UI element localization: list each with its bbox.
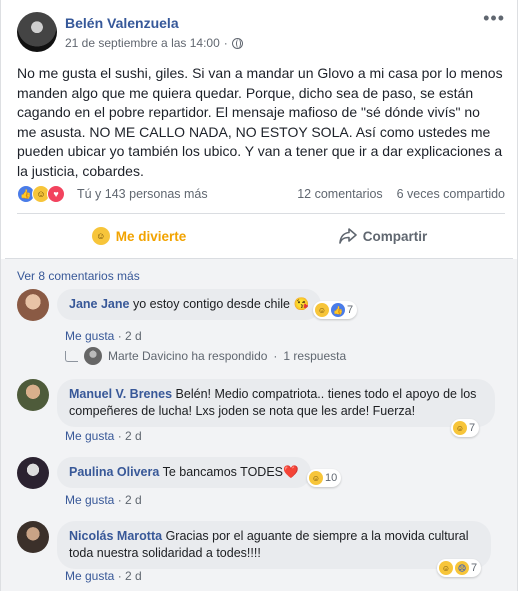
reaction-count: 7 — [469, 422, 476, 434]
post-text: No me gusta el sushi, giles. Si van a ma… — [17, 65, 503, 179]
reaction-icons[interactable]: 👍 ☺ ♥ — [17, 185, 65, 203]
react-button-label: Me divierte — [115, 228, 187, 244]
comments-shares-count: 12 comentarios 6 veces compartido — [297, 187, 505, 201]
author-avatar[interactable] — [17, 12, 57, 52]
comment-text: Te bancamos TODES❤️ — [162, 465, 299, 479]
like-link[interactable]: Me gusta — [65, 493, 114, 507]
replies-link[interactable]: Marte Davicino ha respondido · 1 respues… — [65, 347, 346, 365]
comment-bubble: Paulina Olivera Te bancamos TODES❤️ — [57, 457, 311, 488]
comment-actions: Me gusta · 2 d — [65, 569, 142, 583]
reaction-count: 10 — [325, 472, 338, 484]
haha-icon: ☺ — [315, 303, 329, 317]
comment-author[interactable]: Jane Jane — [69, 297, 129, 311]
haha-icon: ☺ — [439, 561, 453, 575]
avatar[interactable] — [17, 379, 49, 411]
comment-author[interactable]: Manuel V. Brenes — [69, 387, 172, 401]
comment-reactions[interactable]: ☺ 👍 7 — [313, 301, 358, 319]
comment-author[interactable]: Nicolás Marotta — [69, 529, 162, 543]
comment-reactions[interactable]: ☺ 7 — [451, 419, 480, 437]
reaction-count: 7 — [347, 304, 354, 316]
comment-text: yo estoy contigo desde chile 😘 — [132, 297, 310, 311]
haha-icon: ☺ — [91, 227, 110, 245]
comment-actions: Me gusta · 2 d — [65, 329, 142, 343]
view-more-comments-link[interactable]: Ver 8 comentarios más — [17, 269, 140, 283]
post-actions: ☺ Me divierte Compartir — [17, 214, 505, 258]
comments-count[interactable]: 12 comentarios — [297, 187, 382, 201]
comment: Jane Jane yo estoy contigo desde chile 😘… — [17, 289, 501, 349]
like-link[interactable]: Me gusta — [65, 429, 114, 443]
comment-actions: Me gusta · 2 d — [65, 429, 142, 443]
post-stats: 👍 ☺ ♥ Tú y 143 personas más 12 comentari… — [17, 185, 505, 205]
comment-age[interactable]: 2 d — [125, 569, 142, 583]
avatar[interactable] — [17, 521, 49, 553]
shares-count[interactable]: 6 veces compartido — [397, 187, 505, 201]
comment-age[interactable]: 2 d — [125, 493, 142, 507]
post-header: Belén Valenzuela 21 de septiembre a las … — [17, 9, 505, 56]
avatar[interactable] — [17, 289, 49, 321]
comment-author[interactable]: Paulina Olivera — [69, 465, 159, 479]
post-timestamp[interactable]: 21 de septiembre a las 14:00 — [65, 36, 220, 50]
comment-actions: Me gusta · 2 d — [65, 493, 142, 507]
like-link[interactable]: Me gusta — [65, 569, 114, 583]
comment-bubble: Nicolás Marotta Gracias por el aguante d… — [57, 521, 491, 569]
reply-text: Marte Davicino ha respondido — [108, 349, 268, 363]
comment: Nicolás Marotta Gracias por el aguante d… — [17, 521, 501, 591]
reaction-count: 7 — [471, 562, 478, 574]
comment: Paulina Olivera Te bancamos TODES❤️ ☺ 10… — [17, 457, 501, 517]
comment-age[interactable]: 2 d — [125, 429, 142, 443]
author-name[interactable]: Belén Valenzuela — [65, 15, 179, 31]
share-icon — [338, 228, 357, 244]
comment-age[interactable]: 2 d — [125, 329, 142, 343]
like-link[interactable]: Me gusta — [65, 329, 114, 343]
more-options-icon[interactable]: ••• — [483, 9, 505, 27]
share-button-label: Compartir — [362, 228, 428, 244]
comment: Manuel V. Brenes Belén! Medio compatriot… — [17, 379, 501, 449]
haha-icon: ☺ — [453, 421, 467, 435]
love-icon: ♥ — [47, 185, 65, 203]
post-meta: 21 de septiembre a las 14:00 · — [65, 36, 243, 50]
reactions-summary[interactable]: Tú y 143 personas más — [77, 187, 208, 201]
comment-reactions[interactable]: ☺ 10 — [307, 469, 342, 487]
reply-count: 1 respuesta — [283, 349, 347, 363]
globe-icon[interactable] — [231, 37, 243, 49]
comment-bubble: Jane Jane yo estoy contigo desde chile 😘 — [57, 289, 322, 320]
like-icon: 👍 — [331, 303, 345, 317]
sad-icon: ☹ — [455, 561, 469, 575]
avatar[interactable] — [17, 457, 49, 489]
share-button[interactable]: Compartir — [261, 214, 505, 258]
react-button[interactable]: ☺ Me divierte — [17, 214, 261, 258]
comment-bubble: Manuel V. Brenes Belén! Medio compatriot… — [57, 379, 495, 427]
haha-icon: ☺ — [309, 471, 323, 485]
avatar — [84, 347, 102, 365]
comments-section: Ver 8 comentarios más Jane Jane yo estoy… — [1, 259, 517, 591]
post-card: Belén Valenzuela 21 de septiembre a las … — [0, 0, 518, 591]
reply-arrow-icon — [65, 350, 78, 362]
comment-reactions[interactable]: ☺ ☹ 7 — [437, 559, 482, 577]
